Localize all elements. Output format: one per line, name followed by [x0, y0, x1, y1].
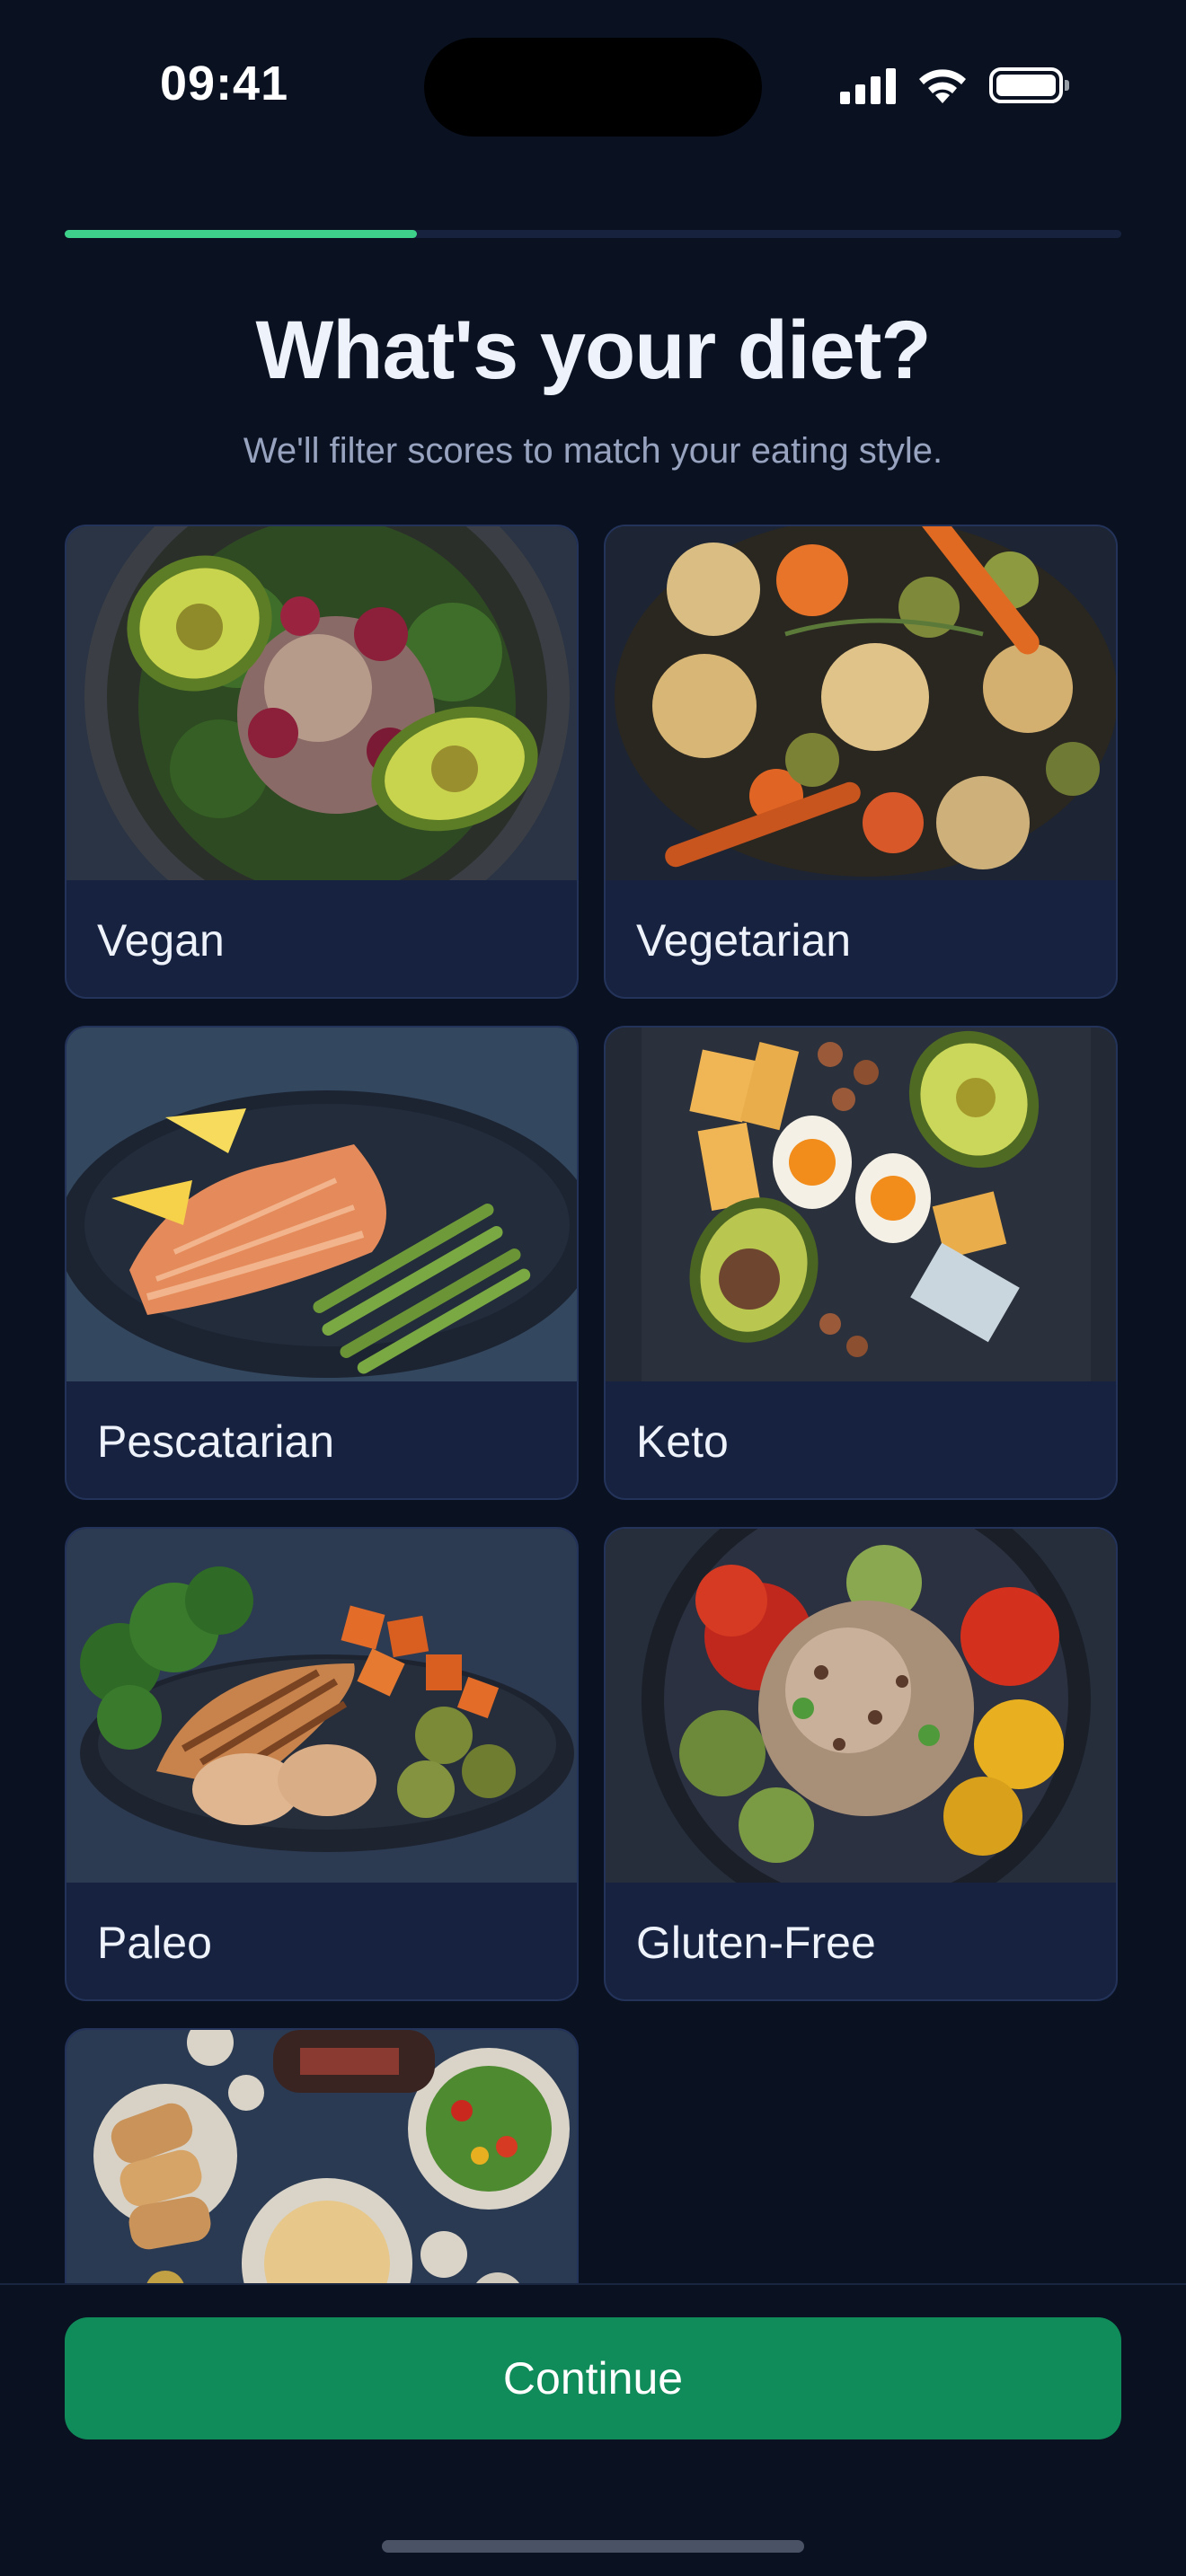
page-title: What's your diet?	[255, 304, 931, 396]
mixed-food-image	[66, 2030, 577, 2283]
vegetarian-food-image	[606, 526, 1116, 880]
diet-card-other[interactable]	[65, 2028, 579, 2283]
status-time: 09:41	[160, 57, 289, 110]
gluten-free-food-image	[606, 1529, 1116, 1883]
page-subtitle: We'll filter scores to match your eating…	[243, 431, 943, 471]
diet-card-pescatarian[interactable]: Pescatarian	[65, 1026, 579, 1500]
diet-card-label: Keto	[636, 1416, 729, 1467]
dynamic-island	[424, 38, 762, 137]
diet-selection-screen: 09:41 What's your diet? We'll filter sco…	[0, 0, 1186, 2576]
diet-card-keto[interactable]: Keto	[604, 1026, 1118, 1500]
diet-card-label: Gluten-Free	[636, 1918, 876, 1968]
vegan-food-image	[66, 526, 577, 880]
home-indicator[interactable]	[382, 2540, 804, 2553]
diet-card-label: Pescatarian	[97, 1416, 335, 1467]
diet-card-label: Paleo	[97, 1918, 212, 1968]
status-bar: 09:41	[0, 0, 1186, 171]
status-icons	[840, 63, 1069, 108]
diet-card-label: Vegetarian	[636, 915, 852, 966]
diet-card-paleo[interactable]: Paleo	[65, 1527, 579, 2001]
diet-options-grid: Vegan Vegetarian Pescatarian Keto Paleo …	[65, 525, 1121, 2283]
diet-card-label: Vegan	[97, 915, 225, 966]
diet-card-vegetarian[interactable]: Vegetarian	[604, 525, 1118, 999]
battery-icon	[989, 67, 1069, 103]
progress-fill	[65, 230, 417, 238]
keto-food-image	[606, 1028, 1116, 1381]
pescatarian-food-image	[66, 1028, 577, 1381]
cellular-signal-icon	[840, 66, 896, 104]
wifi-icon	[919, 69, 966, 103]
diet-card-gluten-free[interactable]: Gluten-Free	[604, 1527, 1118, 2001]
paleo-food-image	[66, 1529, 577, 1883]
onboarding-progress-bar	[65, 230, 1121, 238]
continue-button[interactable]: Continue	[65, 2317, 1121, 2439]
diet-card-vegan[interactable]: Vegan	[65, 525, 579, 999]
